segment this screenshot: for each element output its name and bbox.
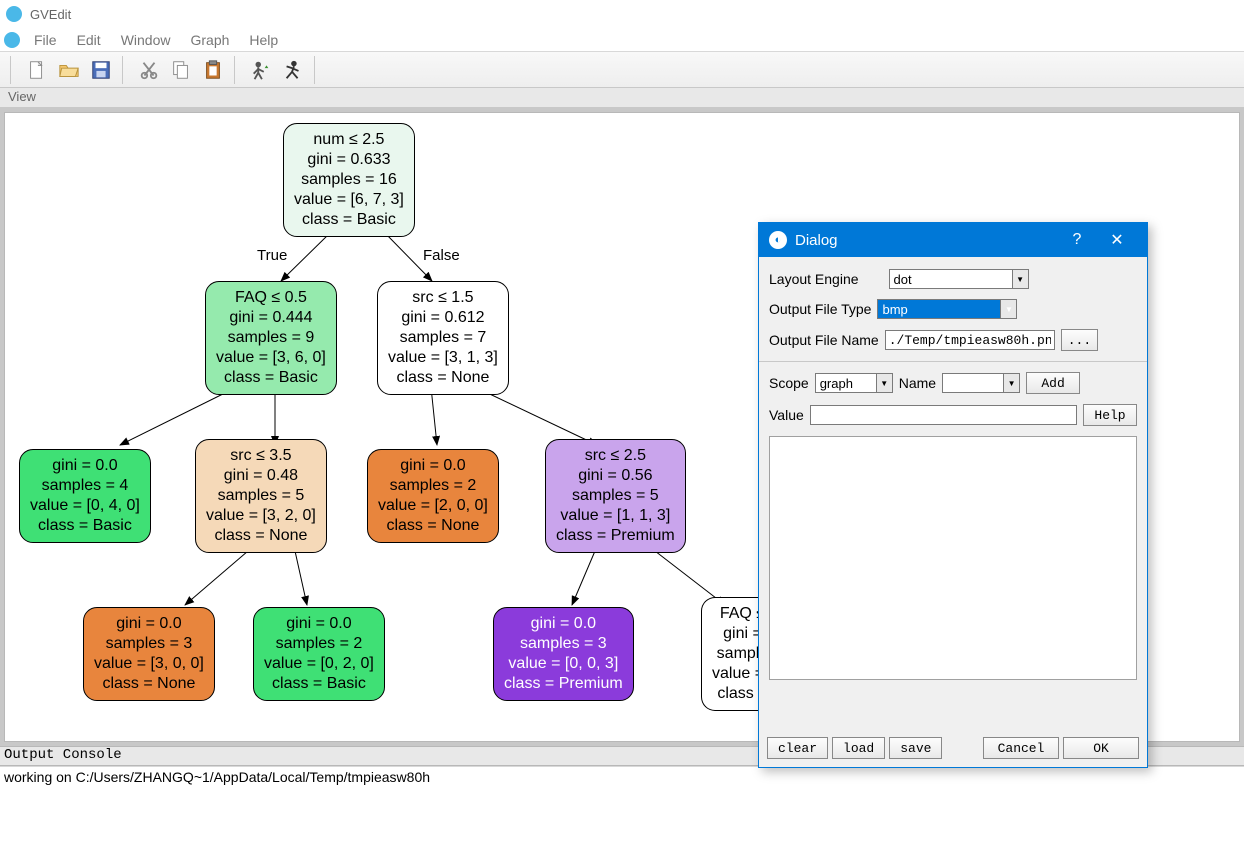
menu-help[interactable]: Help [239,30,288,50]
tree-node-leaf: gini = 0.0samples = 4value = [0, 4, 0]cl… [19,449,151,543]
menu-window[interactable]: Window [111,30,181,50]
save-file-button[interactable]: save [889,737,942,759]
menu-app-icon [4,32,20,48]
layout-engine-select[interactable]: dot▼ [889,269,1029,289]
edge-label-true: True [257,247,287,264]
label-name: Name [899,375,936,391]
settings-dialog: ◐ Dialog ? ✕ Layout Engine dot▼ Output F… [758,222,1148,768]
add-button[interactable]: Add [1026,372,1080,394]
value-input[interactable] [810,405,1077,425]
open-folder-button[interactable] [54,55,84,85]
dialog-title: Dialog [795,232,838,249]
scope-select[interactable]: graph▼ [815,373,893,393]
console-output[interactable]: working on C:/Users/ZHANGQ~1/AppData/Loc… [0,766,1244,862]
toolbar [0,52,1244,88]
chevron-down-icon: ▼ [1012,270,1028,288]
edge-label-false: False [423,247,460,264]
tree-node-leaf: gini = 0.0samples = 2value = [0, 2, 0]cl… [253,607,385,701]
menubar: File Edit Window Graph Help [0,28,1244,52]
save-button[interactable] [86,55,116,85]
tree-node-leaf: gini = 0.0samples = 3value = [3, 0, 0]cl… [83,607,215,701]
copy-button[interactable] [166,55,196,85]
load-button[interactable]: load [832,737,885,759]
label-value: Value [769,407,804,423]
name-select[interactable]: ▼ [942,373,1020,393]
tree-node-leaf: gini = 0.0samples = 3value = [0, 0, 3]cl… [493,607,634,701]
view-panel-label: View [0,88,1244,108]
menu-file[interactable]: File [24,30,67,50]
app-icon [6,6,22,22]
attribute-list[interactable] [769,436,1137,680]
run-layout-button[interactable] [246,55,276,85]
tree-node-leaf: gini = 0.0samples = 2value = [2, 0, 0]cl… [367,449,499,543]
help-button[interactable]: Help [1083,404,1137,426]
menu-graph[interactable]: Graph [180,30,239,50]
cancel-button[interactable]: Cancel [983,737,1059,759]
run-fast-button[interactable] [278,55,308,85]
dialog-titlebar[interactable]: ◐ Dialog ? ✕ [759,223,1147,257]
dialog-close-button[interactable]: ✕ [1097,223,1137,257]
dialog-icon: ◐ [769,231,787,249]
dialog-help-button[interactable]: ? [1057,223,1097,257]
tree-node: FAQ ≤ 0.5gini = 0.444samples = 9value = … [205,281,337,395]
output-file-name-input[interactable] [885,330,1055,350]
chevron-down-icon: ▼ [876,374,892,392]
new-file-button[interactable] [22,55,52,85]
label-output-file-type: Output File Type [769,301,871,317]
menu-edit[interactable]: Edit [67,30,111,50]
label-output-file-name: Output File Name [769,332,879,348]
chevron-down-icon: ▼ [1000,300,1016,318]
label-layout-engine: Layout Engine [769,271,859,287]
ok-button[interactable]: OK [1063,737,1139,759]
output-file-type-select[interactable]: bmp▼ [877,299,1017,319]
tree-node: src ≤ 1.5gini = 0.612samples = 7value = … [377,281,509,395]
titlebar: GVEdit [0,0,1244,28]
tree-node: src ≤ 2.5gini = 0.56samples = 5value = [… [545,439,686,553]
clear-button[interactable]: clear [767,737,828,759]
console-line: working on C:/Users/ZHANGQ~1/AppData/Loc… [4,769,1240,785]
label-scope: Scope [769,375,809,391]
browse-button[interactable]: ... [1061,329,1098,351]
app-title: GVEdit [30,7,71,22]
paste-button[interactable] [198,55,228,85]
tree-node-root: num ≤ 2.5gini = 0.633samples = 16value =… [283,123,415,237]
chevron-down-icon: ▼ [1003,374,1019,392]
cut-button[interactable] [134,55,164,85]
tree-node: src ≤ 3.5gini = 0.48samples = 5value = [… [195,439,327,553]
